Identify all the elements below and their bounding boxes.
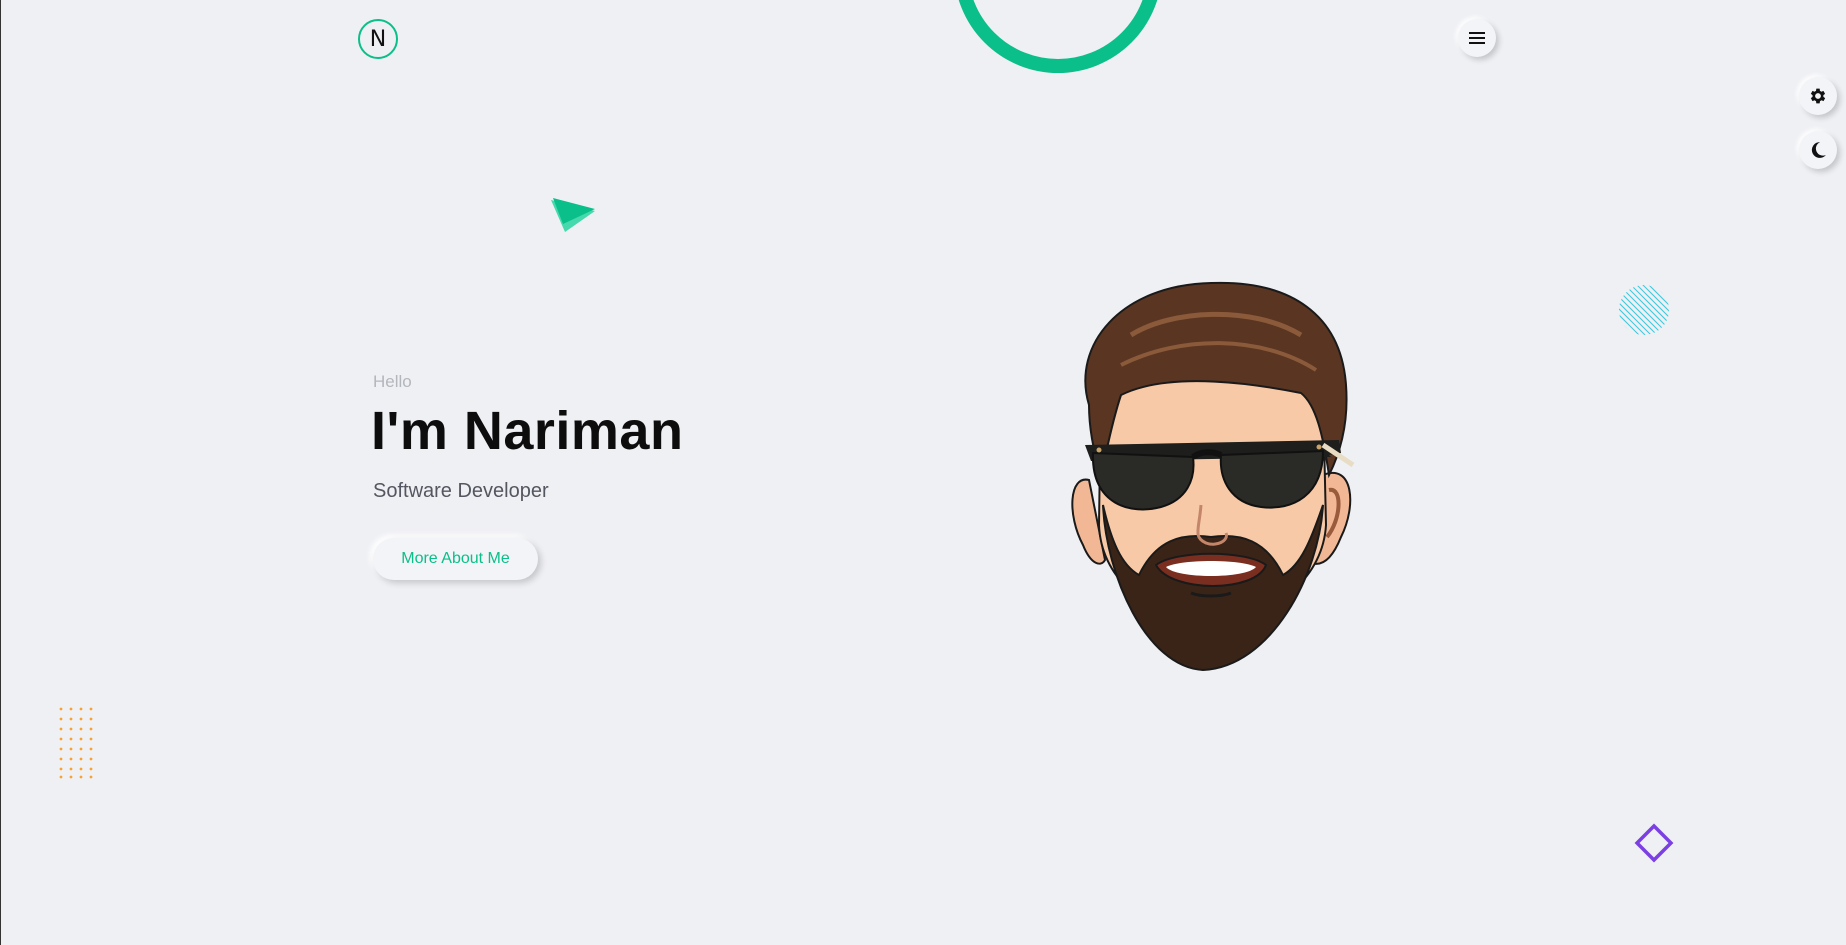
moon-icon (1811, 142, 1826, 158)
settings-button[interactable] (1799, 77, 1837, 115)
decorative-striped-circle (1619, 285, 1669, 335)
decorative-triangle (551, 198, 595, 232)
theme-toggle-button[interactable] (1799, 131, 1837, 169)
decorative-ring (954, 0, 1162, 73)
more-about-me-button[interactable]: More About Me (373, 538, 538, 580)
hero-role: Software Developer (373, 480, 549, 502)
avatar-illustration (1071, 281, 1355, 672)
decorative-dot-grid (59, 707, 93, 779)
decorative-diamond (1634, 823, 1674, 863)
hamburger-menu-icon (1469, 32, 1485, 44)
logo-letter: N (369, 26, 387, 52)
hero-name: I'm Nariman (371, 401, 684, 461)
logo[interactable]: N (358, 19, 398, 59)
menu-button[interactable] (1458, 19, 1496, 57)
gear-icon (1810, 88, 1826, 104)
hero-greeting: Hello (373, 372, 412, 391)
